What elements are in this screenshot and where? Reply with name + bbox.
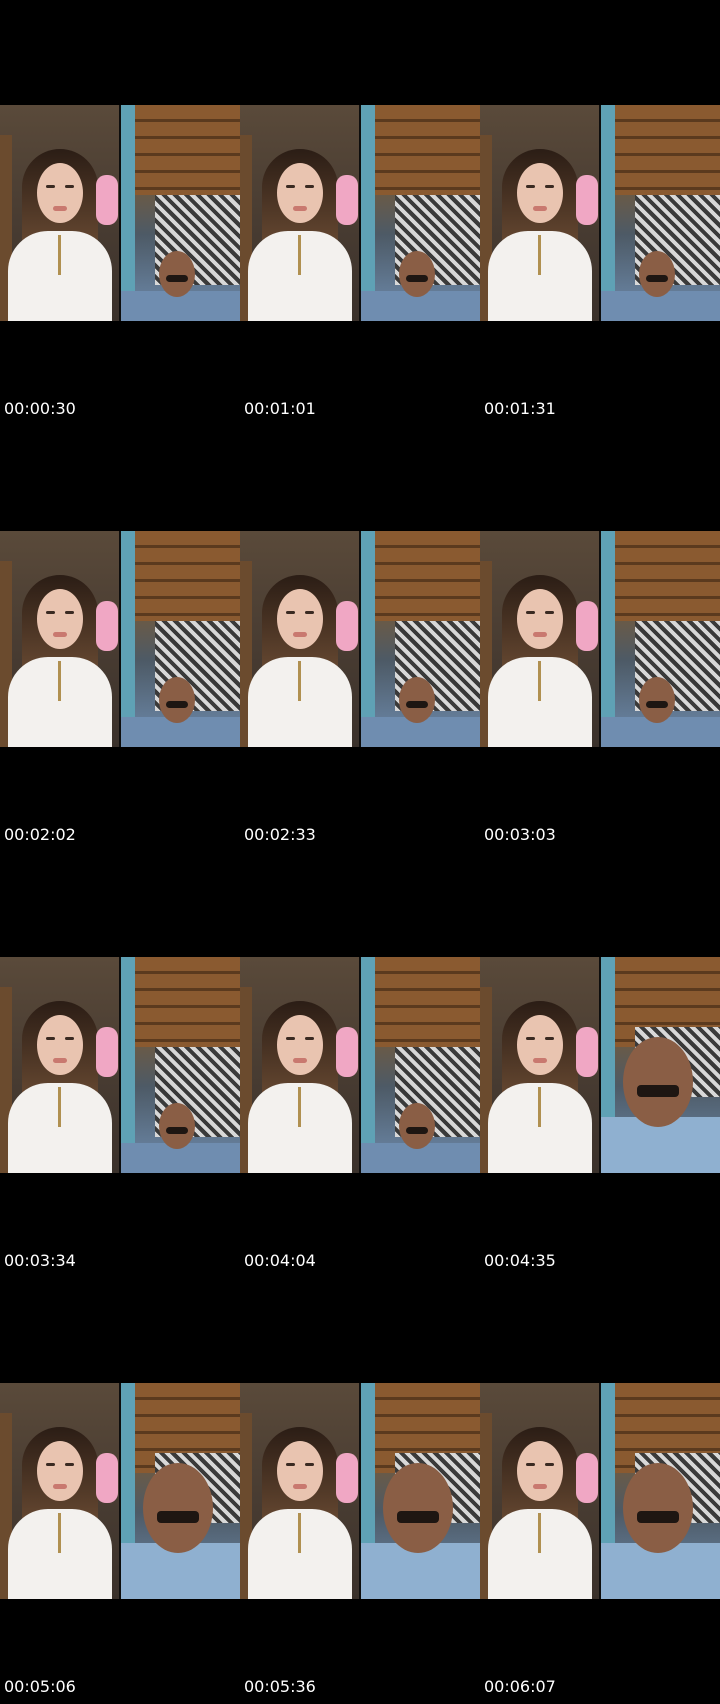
frame-timestamp: 00:05:36 (244, 1677, 316, 1696)
left-video-pane (480, 957, 599, 1173)
right-video-pane (121, 1383, 240, 1599)
right-video-pane (361, 957, 480, 1173)
left-video-pane (0, 531, 119, 747)
left-video-pane (240, 531, 359, 747)
frame-timestamp: 00:02:02 (4, 825, 76, 844)
frame-thumbnail[interactable]: 00:01:31 (480, 0, 720, 426)
split-screen-frame (480, 105, 720, 321)
frame-timestamp: 00:05:06 (4, 1677, 76, 1696)
split-screen-frame (240, 957, 480, 1173)
left-video-pane (0, 105, 119, 321)
frame-thumbnail[interactable]: 00:01:01 (240, 0, 480, 426)
frame-thumbnail[interactable]: 00:03:03 (480, 426, 720, 852)
left-video-pane (480, 1383, 599, 1599)
split-screen-frame (480, 957, 720, 1173)
frame-timestamp: 00:03:34 (4, 1251, 76, 1270)
split-screen-frame (0, 105, 240, 321)
right-video-pane (121, 531, 240, 747)
frame-timestamp: 00:01:01 (244, 399, 316, 418)
frame-thumbnail[interactable]: 00:05:06 (0, 1278, 240, 1704)
frame-thumbnail[interactable]: 00:04:04 (240, 852, 480, 1278)
split-screen-frame (0, 531, 240, 747)
left-video-pane (0, 1383, 119, 1599)
left-video-pane (240, 1383, 359, 1599)
right-video-pane (601, 105, 720, 321)
frame-timestamp: 00:03:03 (484, 825, 556, 844)
frame-thumbnail[interactable]: 00:03:34 (0, 852, 240, 1278)
split-screen-frame (240, 105, 480, 321)
frame-thumbnail[interactable]: 00:00:30 (0, 0, 240, 426)
frame-timestamp: 00:04:35 (484, 1251, 556, 1270)
split-screen-frame (0, 1383, 240, 1599)
frame-timestamp: 00:04:04 (244, 1251, 316, 1270)
left-video-pane (240, 105, 359, 321)
right-video-pane (601, 531, 720, 747)
right-video-pane (601, 1383, 720, 1599)
split-screen-frame (480, 531, 720, 747)
left-video-pane (480, 105, 599, 321)
right-video-pane (361, 105, 480, 321)
frame-thumbnail[interactable]: 00:04:35 (480, 852, 720, 1278)
split-screen-frame (480, 1383, 720, 1599)
right-video-pane (121, 957, 240, 1173)
split-screen-frame (0, 957, 240, 1173)
left-video-pane (0, 957, 119, 1173)
left-video-pane (240, 957, 359, 1173)
video-contact-sheet: 00:00:30 00:01:01 00:01:31 00:02:02 00:0… (0, 0, 720, 1704)
right-video-pane (361, 1383, 480, 1599)
left-video-pane (480, 531, 599, 747)
frame-thumbnail[interactable]: 00:06:07 (480, 1278, 720, 1704)
split-screen-frame (240, 531, 480, 747)
right-video-pane (601, 957, 720, 1173)
right-video-pane (361, 531, 480, 747)
frame-thumbnail[interactable]: 00:02:33 (240, 426, 480, 852)
split-screen-frame (240, 1383, 480, 1599)
right-video-pane (121, 105, 240, 321)
frame-timestamp: 00:02:33 (244, 825, 316, 844)
frame-thumbnail[interactable]: 00:05:36 (240, 1278, 480, 1704)
frame-timestamp: 00:06:07 (484, 1677, 556, 1696)
frame-timestamp: 00:00:30 (4, 399, 76, 418)
frame-thumbnail[interactable]: 00:02:02 (0, 426, 240, 852)
frame-timestamp: 00:01:31 (484, 399, 556, 418)
